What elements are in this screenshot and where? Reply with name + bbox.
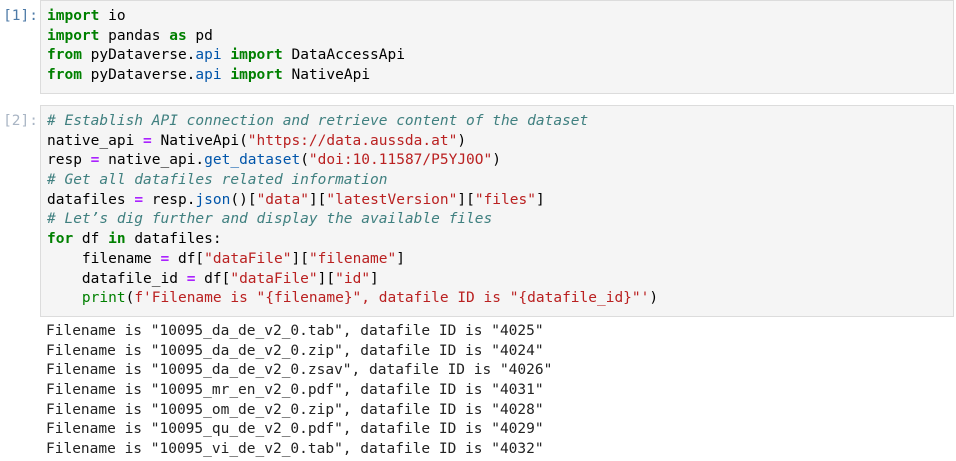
- code-line: import io: [47, 8, 126, 24]
- code-line: datafile_id = df["dataFile"]["id"]: [47, 270, 379, 287]
- code-line: from pyDataverse.api import DataAccessAp…: [47, 47, 405, 64]
- code-line: from pyDataverse.api import NativeApi: [47, 67, 371, 84]
- code-line: filename = df["dataFile"]["filename"]: [47, 250, 405, 267]
- output-line: Filename is "10095_qu_de_v2_0.pdf", data…: [46, 421, 544, 438]
- code-comment: # Let’s dig further and display the avai…: [47, 211, 493, 228]
- code-input-1[interactable]: import io import pandas as pd from pyDat…: [40, 0, 954, 94]
- code-input-2[interactable]: # Establish API connection and retrieve …: [40, 105, 954, 317]
- code-line: datafiles = resp.json()["data"]["latestV…: [47, 191, 545, 208]
- code-line: resp = native_api.get_dataset("doi:10.11…: [47, 152, 501, 169]
- output-line: Filename is "10095_om_de_v2_0.zip", data…: [46, 401, 544, 418]
- output-line: Filename is "10095_vi_de_v2_0.tab", data…: [46, 441, 544, 458]
- cell-output: Filename is "10095_da_de_v2_0.tab", data…: [46, 322, 946, 460]
- code-comment: # Establish API connection and retrieve …: [47, 113, 589, 129]
- output-line: Filename is "10095_da_de_v2_0.tab", data…: [46, 323, 544, 339]
- execution-count-2: [2]:: [3, 113, 38, 129]
- output-line: Filename is "10095_da_de_v2_0.zip", data…: [46, 342, 544, 359]
- code-line: import pandas as pd: [47, 27, 213, 44]
- output-line: Filename is "10095_da_de_v2_0.zsav", dat…: [46, 362, 553, 379]
- code-line: for df in datafiles:: [47, 231, 222, 248]
- output-line: Filename is "10095_mr_en_v2_0.pdf", data…: [46, 382, 544, 399]
- code-comment: # Get all datafiles related information: [47, 172, 388, 189]
- code-line: native_api = NativeApi("https://data.aus…: [47, 132, 467, 149]
- execution-count-1: [1]:: [3, 8, 38, 24]
- code-line: print(f'Filename is "{filename}", datafi…: [81, 290, 659, 307]
